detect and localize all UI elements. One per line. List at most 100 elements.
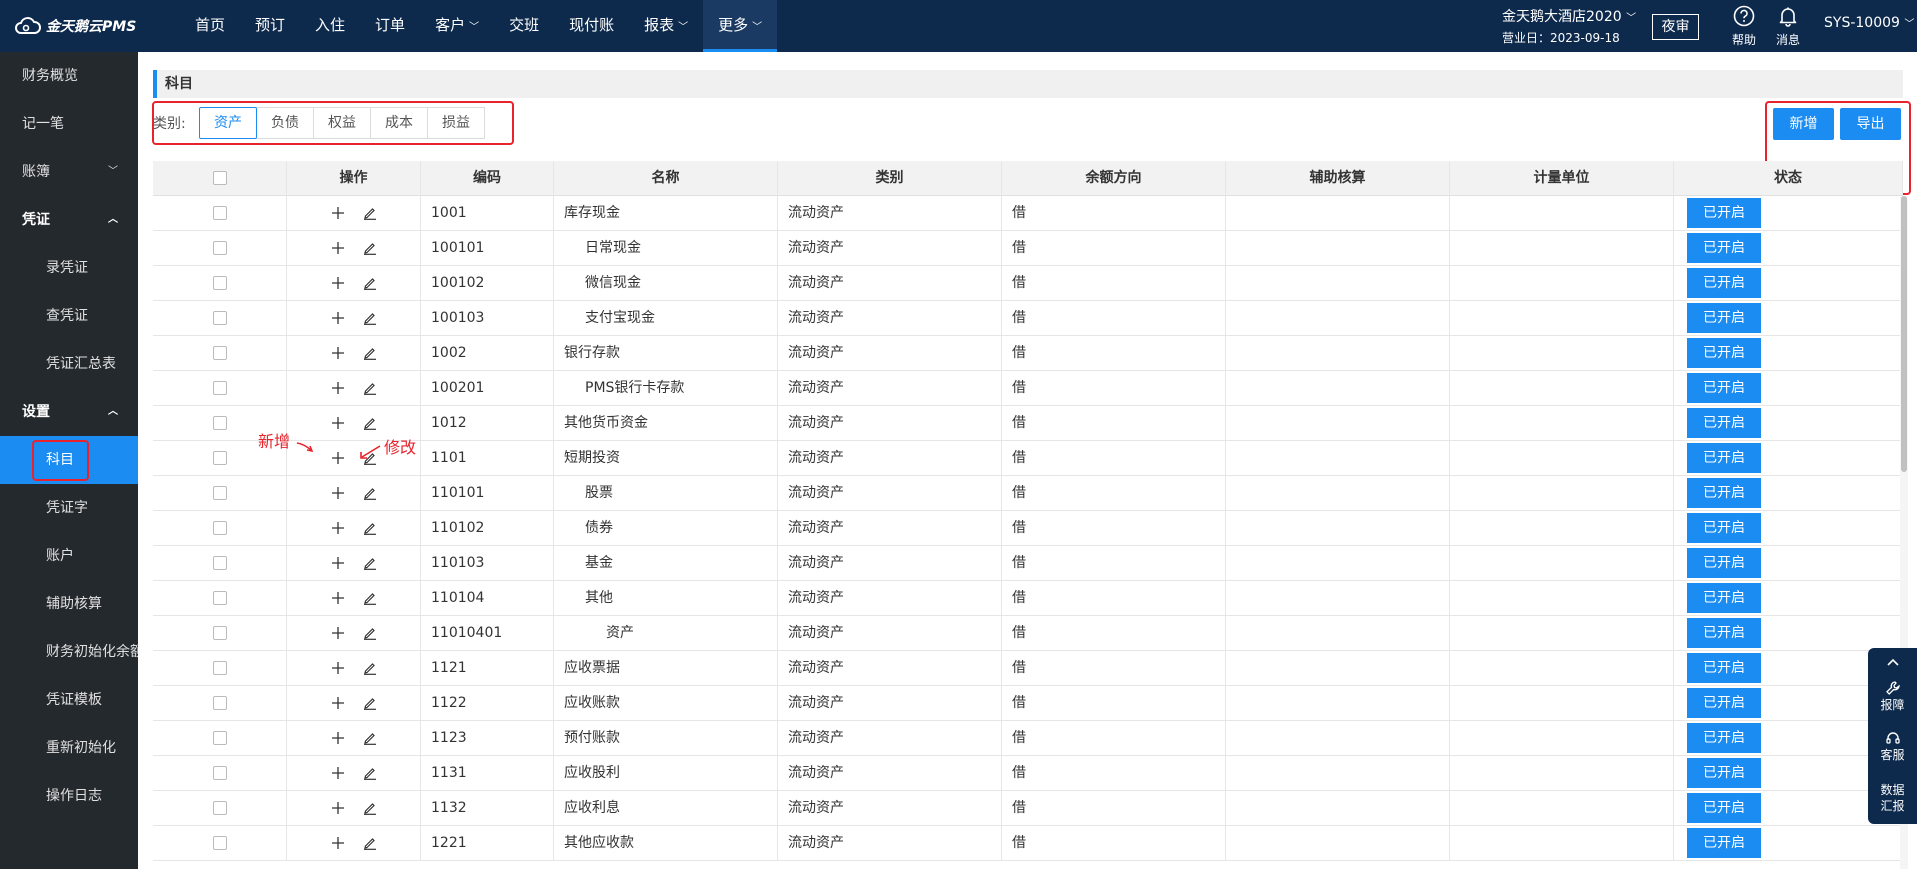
status-toggle-button[interactable]: 已开启 bbox=[1687, 268, 1761, 298]
add-child-button[interactable] bbox=[331, 416, 345, 430]
add-child-button[interactable] bbox=[331, 696, 345, 710]
add-child-button[interactable] bbox=[331, 241, 345, 255]
table-row[interactable]: 100101 日常现金 流动资产借 已开启 bbox=[153, 231, 1903, 266]
edit-subject-button[interactable] bbox=[363, 381, 377, 395]
nav-item-1[interactable]: 预订 bbox=[240, 0, 300, 52]
sidebar-item-2[interactable]: 账簿 ﹀ bbox=[0, 148, 138, 196]
sidebar-item-0[interactable]: 财务概览 bbox=[0, 52, 138, 100]
add-child-button[interactable] bbox=[331, 206, 345, 220]
nav-item-8[interactable]: 更多 ﹀ bbox=[703, 0, 778, 52]
status-toggle-button[interactable]: 已开启 bbox=[1687, 233, 1761, 263]
status-toggle-button[interactable]: 已开启 bbox=[1687, 513, 1761, 543]
table-row[interactable]: 11010401 资产 流动资产借 已开启 bbox=[153, 616, 1903, 651]
edit-subject-button[interactable] bbox=[363, 731, 377, 745]
add-child-button[interactable] bbox=[331, 381, 345, 395]
report-fault-button[interactable]: 报障 bbox=[1868, 680, 1917, 713]
data-report-button[interactable]: 数据汇报 bbox=[1868, 782, 1917, 814]
add-child-button[interactable] bbox=[331, 556, 345, 570]
nav-item-6[interactable]: 现付账 bbox=[554, 0, 629, 52]
status-toggle-button[interactable]: 已开启 bbox=[1687, 373, 1761, 403]
sidebar-item-4[interactable]: 录凭证 bbox=[0, 244, 138, 292]
sidebar-item-12[interactable]: 财务初始化余额 bbox=[0, 628, 138, 676]
customer-service-button[interactable]: 客服 bbox=[1868, 730, 1917, 763]
table-row[interactable]: 1123 预付账款 流动资产借 已开启 bbox=[153, 721, 1903, 756]
sidebar-item-6[interactable]: 凭证汇总表 bbox=[0, 340, 138, 388]
add-child-button[interactable] bbox=[331, 311, 345, 325]
table-row[interactable]: 1131 应收股利 流动资产借 已开启 bbox=[153, 756, 1903, 791]
row-checkbox[interactable] bbox=[212, 346, 227, 360]
edit-subject-button[interactable] bbox=[363, 346, 377, 360]
row-checkbox[interactable] bbox=[212, 626, 227, 640]
back-to-top-button[interactable] bbox=[1868, 654, 1917, 672]
table-row[interactable]: 100103 支付宝现金 流动资产借 已开启 bbox=[153, 301, 1903, 336]
status-toggle-button[interactable]: 已开启 bbox=[1687, 653, 1761, 683]
add-child-button[interactable] bbox=[331, 276, 345, 290]
sidebar-item-13[interactable]: 凭证模板 bbox=[0, 676, 138, 724]
status-toggle-button[interactable]: 已开启 bbox=[1687, 478, 1761, 508]
nav-item-4[interactable]: 客户 ﹀ bbox=[420, 0, 494, 52]
row-checkbox[interactable] bbox=[212, 836, 227, 850]
table-row[interactable]: 1122 应收账款 流动资产借 已开启 bbox=[153, 686, 1903, 721]
row-checkbox[interactable] bbox=[212, 801, 227, 815]
table-row[interactable]: 110104 其他 流动资产借 已开启 bbox=[153, 581, 1903, 616]
add-child-button[interactable] bbox=[331, 836, 345, 850]
nav-item-5[interactable]: 交班 bbox=[494, 0, 554, 52]
edit-subject-button[interactable] bbox=[363, 521, 377, 535]
add-child-button[interactable] bbox=[331, 451, 345, 465]
nav-item-3[interactable]: 订单 bbox=[360, 0, 420, 52]
edit-subject-button[interactable] bbox=[363, 241, 377, 255]
table-scrollbar-thumb[interactable] bbox=[1901, 196, 1907, 472]
row-checkbox[interactable] bbox=[212, 661, 227, 675]
nav-item-7[interactable]: 报表 ﹀ bbox=[629, 0, 703, 52]
category-tab-0[interactable]: 资产 bbox=[199, 107, 257, 139]
add-child-button[interactable] bbox=[331, 591, 345, 605]
status-toggle-button[interactable]: 已开启 bbox=[1687, 443, 1761, 473]
edit-subject-button[interactable] bbox=[363, 591, 377, 605]
status-toggle-button[interactable]: 已开启 bbox=[1687, 303, 1761, 333]
add-child-button[interactable] bbox=[331, 661, 345, 675]
sidebar-item-14[interactable]: 重新初始化 bbox=[0, 724, 138, 772]
sidebar-item-3[interactable]: 凭证 ︿ bbox=[0, 196, 138, 244]
status-toggle-button[interactable]: 已开启 bbox=[1687, 583, 1761, 613]
add-child-button[interactable] bbox=[331, 801, 345, 815]
status-toggle-button[interactable]: 已开启 bbox=[1687, 338, 1761, 368]
table-row[interactable]: 1001 库存现金 流动资产借 已开启 bbox=[153, 196, 1903, 231]
status-toggle-button[interactable]: 已开启 bbox=[1687, 198, 1761, 228]
status-toggle-button[interactable]: 已开启 bbox=[1687, 548, 1761, 578]
row-checkbox[interactable] bbox=[212, 731, 227, 745]
row-checkbox[interactable] bbox=[212, 311, 227, 325]
status-toggle-button[interactable]: 已开启 bbox=[1687, 793, 1761, 823]
nav-item-0[interactable]: 首页 bbox=[180, 0, 240, 52]
add-child-button[interactable] bbox=[331, 346, 345, 360]
sidebar-item-7[interactable]: 设置 ︿ bbox=[0, 388, 138, 436]
sidebar-item-10[interactable]: 账户 bbox=[0, 532, 138, 580]
add-child-button[interactable] bbox=[331, 486, 345, 500]
table-row[interactable]: 110101 股票 流动资产借 已开启 bbox=[153, 476, 1903, 511]
status-toggle-button[interactable]: 已开启 bbox=[1687, 758, 1761, 788]
row-checkbox[interactable] bbox=[212, 696, 227, 710]
add-child-button[interactable] bbox=[331, 731, 345, 745]
table-row[interactable]: 100102 微信现金 流动资产借 已开启 bbox=[153, 266, 1903, 301]
table-row[interactable]: 1132 应收利息 流动资产借 已开启 bbox=[153, 791, 1903, 826]
row-checkbox[interactable] bbox=[212, 521, 227, 535]
sidebar-item-5[interactable]: 查凭证 bbox=[0, 292, 138, 340]
edit-subject-button[interactable] bbox=[363, 206, 377, 220]
message-button[interactable]: 消息 bbox=[1768, 5, 1808, 48]
edit-subject-button[interactable] bbox=[363, 661, 377, 675]
night-audit-button[interactable]: 夜审 bbox=[1652, 14, 1699, 40]
row-checkbox[interactable] bbox=[212, 206, 227, 220]
row-checkbox[interactable] bbox=[212, 381, 227, 395]
row-checkbox[interactable] bbox=[212, 766, 227, 780]
edit-subject-button[interactable] bbox=[363, 836, 377, 850]
add-child-button[interactable] bbox=[331, 626, 345, 640]
status-toggle-button[interactable]: 已开启 bbox=[1687, 723, 1761, 753]
status-toggle-button[interactable]: 已开启 bbox=[1687, 618, 1761, 648]
edit-subject-button[interactable] bbox=[363, 801, 377, 815]
sidebar-item-1[interactable]: 记一笔 bbox=[0, 100, 138, 148]
edit-subject-button[interactable] bbox=[363, 311, 377, 325]
table-row[interactable]: 1221 其他应收款 流动资产借 已开启 bbox=[153, 826, 1903, 861]
edit-subject-button[interactable] bbox=[363, 416, 377, 430]
table-row[interactable]: 1002 银行存款 流动资产借 已开启 bbox=[153, 336, 1903, 371]
edit-subject-button[interactable] bbox=[363, 276, 377, 290]
edit-subject-button[interactable] bbox=[363, 556, 377, 570]
